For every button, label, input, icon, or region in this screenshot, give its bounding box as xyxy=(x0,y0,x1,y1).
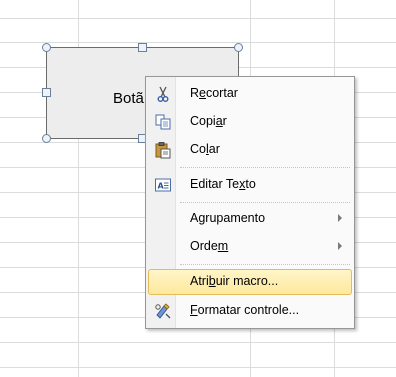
format-control-icon xyxy=(154,302,172,320)
form-button-label: Botã xyxy=(113,90,144,107)
resize-handle-bottom-left[interactable] xyxy=(42,134,51,143)
menu-item-label: Copiar xyxy=(190,114,227,128)
menu-item-editar-texto[interactable]: A Editar Texto xyxy=(148,172,352,198)
menu-item-label: Ordem xyxy=(190,239,229,253)
menu-item-agrupamento[interactable]: Agrupamento xyxy=(148,206,352,232)
submenu-arrow-icon xyxy=(338,214,342,222)
resize-handle-top-right[interactable] xyxy=(234,43,243,52)
resize-handle-top-left[interactable] xyxy=(42,43,51,52)
paste-icon xyxy=(154,141,172,159)
copy-icon xyxy=(154,113,172,131)
scissors-icon xyxy=(154,85,172,103)
resize-handle-top[interactable] xyxy=(138,43,147,52)
menu-item-label: Colar xyxy=(190,142,220,156)
grid-line xyxy=(0,18,396,19)
menu-separator xyxy=(180,202,350,203)
grid-line xyxy=(0,342,396,343)
menu-item-label: Formatar controle... xyxy=(190,303,300,317)
svg-text:A: A xyxy=(158,182,165,191)
grid-line xyxy=(0,42,396,43)
menu-item-label: Editar Texto xyxy=(190,177,256,191)
submenu-arrow-icon xyxy=(338,242,342,250)
menu-item-copiar[interactable]: Copiar xyxy=(148,109,352,135)
menu-item-recortar[interactable]: Recortar xyxy=(148,81,352,107)
resize-handle-left[interactable] xyxy=(42,88,51,97)
grid-line xyxy=(0,367,396,368)
edit-text-icon: A xyxy=(154,176,172,194)
menu-item-ordem[interactable]: Ordem xyxy=(148,234,352,260)
menu-separator xyxy=(180,264,350,265)
context-menu: Recortar Copiar Colar A Editar Texto Agr… xyxy=(145,76,355,329)
menu-item-label: Agrupamento xyxy=(190,211,266,225)
menu-item-colar[interactable]: Colar xyxy=(148,137,352,163)
menu-item-label: Recortar xyxy=(190,86,238,100)
menu-item-formatar-controle[interactable]: Formatar controle... xyxy=(148,298,352,324)
menu-item-atribuir-macro[interactable]: Atribuir macro... xyxy=(148,269,352,295)
menu-separator xyxy=(180,167,350,168)
menu-item-label: Atribuir macro... xyxy=(190,274,279,288)
